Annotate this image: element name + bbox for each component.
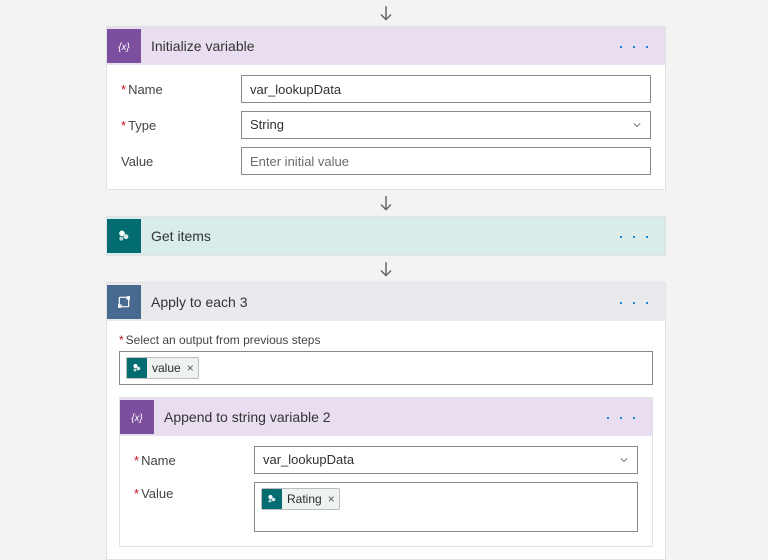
token-remove-button[interactable]: × [187,361,194,375]
card-menu-button[interactable]: · · · [614,36,655,57]
dynamic-token-value[interactable]: value × [126,357,199,379]
select-output-label: *Select an output from previous steps [119,333,653,347]
variable-icon: {x} [120,400,154,434]
value-input[interactable] [241,147,651,175]
field-label-value: Value [121,154,241,169]
arrow-down-icon [375,4,397,26]
sharepoint-icon [107,219,141,253]
apply-to-each-header[interactable]: Apply to each 3 · · · [107,283,665,321]
append-value-input[interactable]: Rating × [254,482,638,532]
flow-arrow [106,0,666,26]
token-label: value [152,361,181,375]
variable-icon: {x} [107,29,141,63]
dynamic-token-rating[interactable]: Rating × [261,488,340,510]
card-title: Get items [141,228,614,244]
arrow-down-icon [375,260,397,282]
arrow-down-icon [375,194,397,216]
initialize-variable-card: {x} Initialize variable · · · *Name *Typ… [106,26,666,190]
token-label: Rating [287,492,322,506]
svg-text:{x}: {x} [131,413,143,424]
apply-to-each-card: Apply to each 3 · · · *Select an output … [106,282,666,560]
card-title: Append to string variable 2 [154,409,601,425]
field-label-value: *Value [134,482,254,501]
card-title: Initialize variable [141,38,614,54]
type-select[interactable]: String [241,111,651,139]
select-output-input[interactable]: value × [119,351,653,385]
initialize-variable-header[interactable]: {x} Initialize variable · · · [107,27,665,65]
token-remove-button[interactable]: × [328,492,335,506]
name-input[interactable] [241,75,651,103]
variable-name-select[interactable]: var_lookupData [254,446,638,474]
card-menu-button[interactable]: · · · [614,226,655,247]
field-label-name: *Name [121,82,241,97]
append-to-string-card: {x} Append to string variable 2 · · · *N… [119,397,653,547]
sharepoint-icon [262,489,282,509]
flow-arrow [106,190,666,216]
append-header[interactable]: {x} Append to string variable 2 · · · [120,398,652,436]
card-menu-button[interactable]: · · · [601,407,642,428]
card-menu-button[interactable]: · · · [614,292,655,313]
field-label-type: *Type [121,118,241,133]
sharepoint-icon [127,358,147,378]
svg-text:{x}: {x} [118,42,130,53]
card-title: Apply to each 3 [141,294,614,310]
flow-arrow [106,256,666,282]
loop-icon [107,285,141,319]
get-items-card: Get items · · · [106,216,666,256]
field-label-name: *Name [134,453,254,468]
get-items-header[interactable]: Get items · · · [107,217,665,255]
